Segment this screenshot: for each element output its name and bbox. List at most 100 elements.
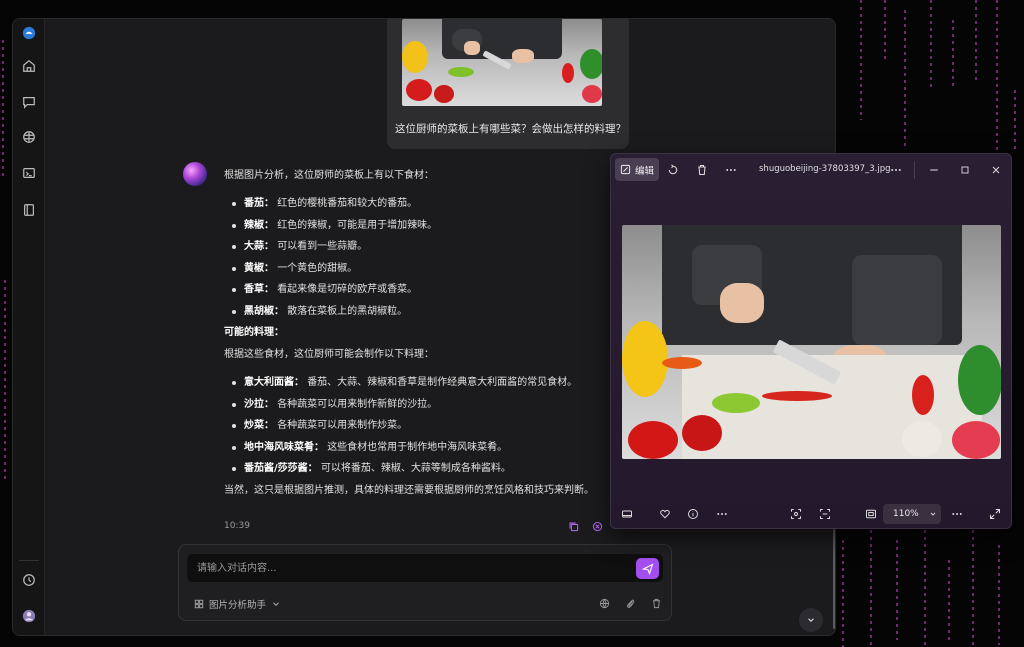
assistant-message: 根据图片分析，这位厨师的菜板上有以下食材： 番茄： 红色的樱桃番茄和较大的番茄。… [224,168,624,505]
answer-conclusion: 当然，这只是根据图片推测，具体的料理还需要根据厨师的烹饪风格和技巧来判断。 [224,484,594,496]
list-item: 沙拉： 各种蔬菜可以用来制作新鲜的沙拉。 [224,397,624,419]
scrollbar[interactable] [833,529,835,629]
garlic [902,421,942,457]
chili [762,391,832,401]
close-icon[interactable] [988,162,1004,178]
chef-arm [852,255,942,345]
dishes-heading: 可能的料理： [224,327,284,338]
list-item: 番茄： 红色的樱桃番茄和较大的番茄。 [224,196,624,218]
send-button[interactable] [636,558,659,579]
yellow-pepper [402,41,428,73]
tomato [582,85,602,103]
chef-hand [464,41,480,55]
user-avatar[interactable] [19,606,39,626]
matrix-stream [884,0,886,60]
list-item: 辣椒： 红色的辣椒，可能是用于增加辣味。 [224,218,624,240]
matrix-stream [924,530,926,647]
edit-icon [620,164,631,175]
info-icon[interactable] [685,506,701,522]
zoom-level: 110% [893,509,919,519]
herbs [712,393,760,413]
matrix-stream [4,280,6,480]
herbs [580,49,602,79]
herbs [958,345,1001,415]
list-item: 炒菜： 各种蔬菜可以用来制作炒菜。 [224,418,624,440]
crop-icon[interactable] [788,506,804,522]
viewer-bottom-bar: 110% [611,499,1011,528]
rotate-icon[interactable] [665,162,681,178]
book-icon[interactable] [19,200,39,220]
delete-icon[interactable] [694,162,710,178]
brain-icon[interactable] [19,127,39,147]
matrix-stream [975,0,977,80]
photo-viewer-window: 编辑 shuguobeijing-37803397_3.jpg 110% [610,153,1012,529]
tomato [952,421,1000,459]
matrix-stream [972,530,974,647]
list-item: 意大利面酱： 番茄、大蒜、辣椒和香草是制作经典意大利面酱的常见食材。 [224,375,624,397]
chef-hand [720,283,764,323]
matrix-stream [1014,90,1016,150]
list-item: 番茄酱/莎莎酱： 可以将番茄、辣椒、大蒜等制成各种酱料。 [224,461,624,483]
matrix-stream [948,560,950,640]
chevron-down-icon [930,512,936,516]
filmstrip-icon[interactable] [619,506,635,522]
tomato [682,415,722,451]
matrix-stream [904,10,906,150]
chevron-down-icon [273,602,279,606]
matrix-stream [2,40,4,180]
sidebar-divider [19,560,39,561]
herbs [448,67,474,77]
matrix-stream [842,540,844,647]
app-logo-icon[interactable] [19,23,39,43]
scan-icon[interactable] [817,506,833,522]
user-message: 这位厨师的菜板上有哪些菜？会做出怎样的料理？ [387,19,629,149]
favorite-icon[interactable] [657,506,673,522]
assistant-selector[interactable]: 图片分析助手 [194,597,281,611]
copy-icon[interactable] [567,520,579,532]
zoom-dropdown[interactable]: 110% [883,504,941,524]
tomato [628,421,678,459]
matrix-stream [896,540,898,640]
fullscreen-icon[interactable] [987,506,1003,522]
more-icon[interactable] [714,506,730,522]
trash-icon[interactable] [650,597,662,609]
attached-image-thumbnail[interactable] [402,19,602,106]
sidebar [13,19,45,635]
list-item: 大蒜： 可以看到一些蒜瓣。 [224,239,624,261]
matrix-stream [930,0,932,90]
displayed-image[interactable] [622,225,1001,459]
chat-icon[interactable] [19,92,39,112]
chef-hand [512,49,534,63]
terminal-icon[interactable] [19,163,39,183]
globe-icon[interactable] [598,597,610,609]
user-question-text: 这位厨师的菜板上有哪些菜？会做出怎样的料理？ [395,123,626,135]
tomato [434,85,454,103]
more-icon[interactable] [949,506,965,522]
matrix-stream [860,0,862,120]
tomato [406,79,432,101]
chili [562,63,574,83]
history-icon[interactable] [19,570,39,590]
minimize-icon[interactable] [926,162,942,178]
home-icon[interactable] [19,56,39,76]
list-item: 香草： 看起来像是切碎的欧芹或香菜。 [224,282,624,304]
matrix-stream [996,0,998,150]
scroll-to-bottom-button[interactable] [799,608,823,632]
chat-input[interactable] [187,554,663,582]
edit-button[interactable]: 编辑 [615,158,659,181]
ingredient-list: 番茄： 红色的樱桃番茄和较大的番茄。 辣椒： 红色的辣椒，可能是用于增加辣味。 … [224,196,624,325]
attach-icon[interactable] [624,597,636,609]
edit-label: 编辑 [634,165,654,177]
yellow-pepper [622,321,668,397]
carrot [662,357,702,369]
maximize-icon[interactable] [957,162,973,178]
delete-message-icon[interactable] [591,520,603,532]
fit-icon[interactable] [863,506,879,522]
assistant-label: 图片分析助手 [209,600,267,611]
more-icon[interactable] [888,162,904,178]
more-icon[interactable] [723,162,739,178]
list-item: 地中海风味菜肴： 这些食材也常用于制作地中海风味菜肴。 [224,440,624,462]
assistant-avatar [183,162,207,186]
dishes-intro: 根据这些食材，这位厨师可能会制作以下料理： [224,349,434,360]
grid-icon [194,599,204,609]
